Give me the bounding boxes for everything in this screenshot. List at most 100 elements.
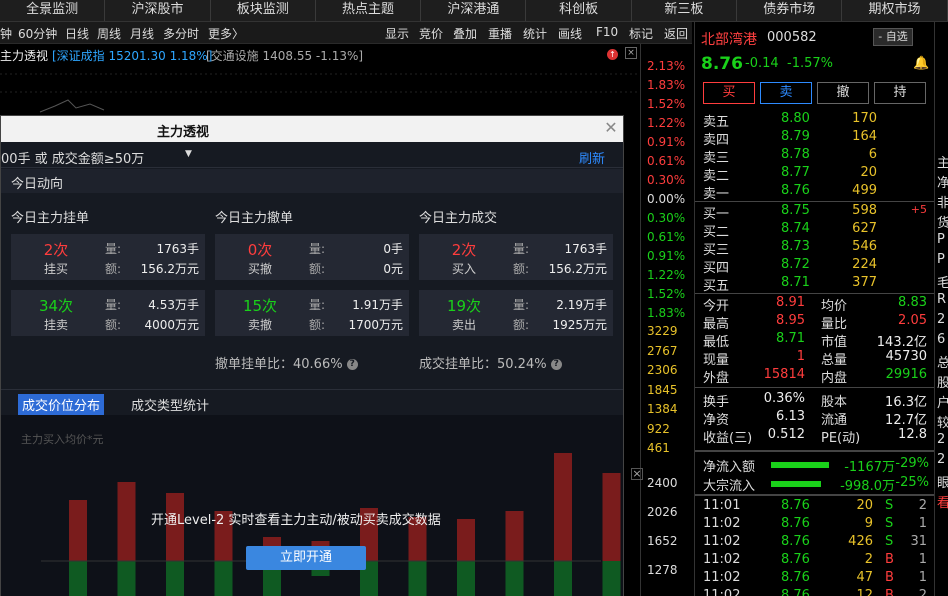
stat-value: 0.36% (763, 391, 805, 406)
scale-label: 0.91% (647, 249, 686, 263)
nav-tab[interactable]: 全景监测 (0, 0, 106, 21)
book-divider (695, 201, 935, 202)
summary-card: 2次 挂买 量: 1763手 额: 156.2万元 (11, 234, 205, 280)
period-button[interactable]: 更多〉 (208, 25, 244, 42)
tick-volume: 2 (864, 552, 873, 567)
period-button[interactable]: 60分钟 (18, 25, 57, 42)
chart-settings-icon[interactable]: ↑ (607, 49, 618, 60)
tool-button[interactable]: 统计 (523, 25, 547, 42)
side-label: 毛 (937, 272, 948, 291)
period-button[interactable]: 钟 (0, 25, 12, 42)
tool-button[interactable]: 叠加 (453, 25, 477, 42)
stat-value: 45730 (885, 349, 927, 364)
refresh-button[interactable]: 刷新 (579, 148, 605, 167)
side-label: 2 (937, 452, 946, 467)
book-row: 卖五 8.80 170 (695, 111, 935, 130)
group-heading: 今日主力撤单 (215, 211, 294, 226)
level-label: 卖五 (703, 115, 730, 130)
filter-select[interactable]: 00手 或 成交金额≥50万 (1, 148, 144, 167)
level-price: 8.79 (781, 129, 810, 144)
volume-label: 1845 (647, 382, 678, 397)
buy-button[interactable]: 买 (703, 82, 755, 104)
scale-label: 1.22% (647, 268, 686, 282)
flow-label: 大宗流入 (703, 479, 756, 494)
help-icon[interactable]: ? (550, 359, 562, 370)
qty-value: 1.91万手 (352, 298, 403, 312)
tool-button[interactable]: 重播 (488, 25, 512, 42)
level-delta: +5 (910, 203, 927, 216)
tool-button[interactable]: 竞价 (419, 25, 443, 42)
stat-value: 2.05 (898, 313, 927, 328)
chart-close-icon[interactable]: × (625, 47, 637, 59)
nav-tab[interactable]: 板块监测 (211, 0, 316, 21)
tool-button[interactable]: 标记 (629, 25, 653, 42)
filter-row: 00手 或 成交金额≥50万 ▼ 刷新 (1, 142, 623, 168)
sell-bar (554, 561, 572, 596)
tool-button[interactable]: F10 (596, 25, 618, 39)
level-volume: 224 (852, 257, 877, 272)
open-now-button[interactable]: 立即开通 (246, 546, 366, 570)
dialog-close-icon[interactable]: ✕ (602, 119, 620, 137)
stat-value: 8.91 (776, 295, 805, 310)
volume-label: 2306 (647, 363, 678, 377)
close-icon[interactable]: × (631, 468, 643, 480)
count-value: 34次 (38, 297, 74, 315)
nav-tab[interactable]: 沪深股市 (105, 0, 211, 21)
nav-tab[interactable]: 期权市场 (842, 0, 948, 21)
chart-title: 主力透视 (0, 49, 49, 63)
scale-label: 0.30% (647, 173, 686, 187)
nav-tab[interactable]: 债券市场 (737, 0, 843, 21)
tool-button[interactable]: 返回 (664, 25, 688, 42)
nav-tab[interactable]: 新三板 (632, 0, 738, 21)
tab-trade-type[interactable]: 成交类型统计 (131, 395, 209, 414)
stat-label: 均价 (821, 299, 848, 314)
period-button[interactable]: 周线 (97, 25, 121, 42)
book-row: 今开 8.91 均价 8.83 (695, 295, 935, 314)
side-label: 股 (937, 372, 948, 391)
nav-tab[interactable]: 热点主题 (316, 0, 422, 21)
level-label: 买五 (703, 279, 730, 294)
tool-button[interactable]: 显示 (385, 25, 409, 42)
self-select-button[interactable]: - 自选 (873, 28, 913, 46)
volume-label: 3229 (647, 324, 678, 338)
tool-button[interactable]: 画线 (558, 25, 582, 42)
cancel-button[interactable]: 撤 (817, 82, 869, 104)
book-row: 大宗流入 -998.0万 -25% (695, 475, 935, 494)
intraday-line (0, 73, 640, 113)
flow-bar (771, 481, 821, 487)
book-row: 最低 8.71 市值 143.2亿 (695, 331, 935, 350)
tick-count: 31 (910, 534, 927, 549)
flow-value: -1167万 (844, 460, 895, 475)
count-value: 0次 (247, 241, 273, 259)
buy-bar (602, 473, 621, 561)
sell-bar (505, 561, 524, 596)
qty-value: 1763手 (156, 242, 199, 256)
period-button[interactable]: 多分时 (163, 25, 199, 42)
level-volume: 377 (852, 275, 877, 290)
sell-button[interactable]: 卖 (760, 82, 812, 104)
scale-label: 0.61% (647, 230, 686, 244)
amount-label: 额: (309, 318, 326, 332)
bell-icon[interactable]: 🔔 (913, 56, 929, 71)
period-button[interactable]: 月线 (130, 25, 154, 42)
flow-bar (771, 462, 829, 468)
level-price: 8.77 (781, 165, 810, 180)
distribution-chart: 主力买入均价*元 开通Level-2 实时查看主力主动/被动买卖成交数据 立即开… (1, 415, 623, 596)
level-volume: 627 (852, 221, 877, 236)
summary-card: 34次 挂卖 量: 4.53万手 额: 4000万元 (11, 290, 205, 336)
book-row: 收益(三) 0.512 PE(动) 12.8 (695, 427, 935, 446)
hold-button[interactable]: 持 (874, 82, 926, 104)
stat-label: 现量 (703, 353, 730, 368)
chevron-down-icon[interactable]: ▼ (185, 149, 192, 159)
level-label: 买二 (703, 225, 730, 240)
nav-tab[interactable]: 沪深港通 (421, 0, 527, 21)
nav-tab[interactable]: 科创板 (526, 0, 632, 21)
help-icon[interactable]: ? (346, 359, 358, 370)
period-button[interactable]: 日线 (65, 25, 89, 42)
tick-time: 11:02 (703, 552, 741, 567)
tick-time: 11:01 (703, 498, 741, 513)
stat-value: 15814 (763, 367, 805, 382)
book-row: 11:02 8.76 9 S 1 (695, 516, 935, 534)
stat-label: 股本 (821, 395, 848, 410)
tab-price-distribution[interactable]: 成交价位分布 (18, 394, 105, 415)
